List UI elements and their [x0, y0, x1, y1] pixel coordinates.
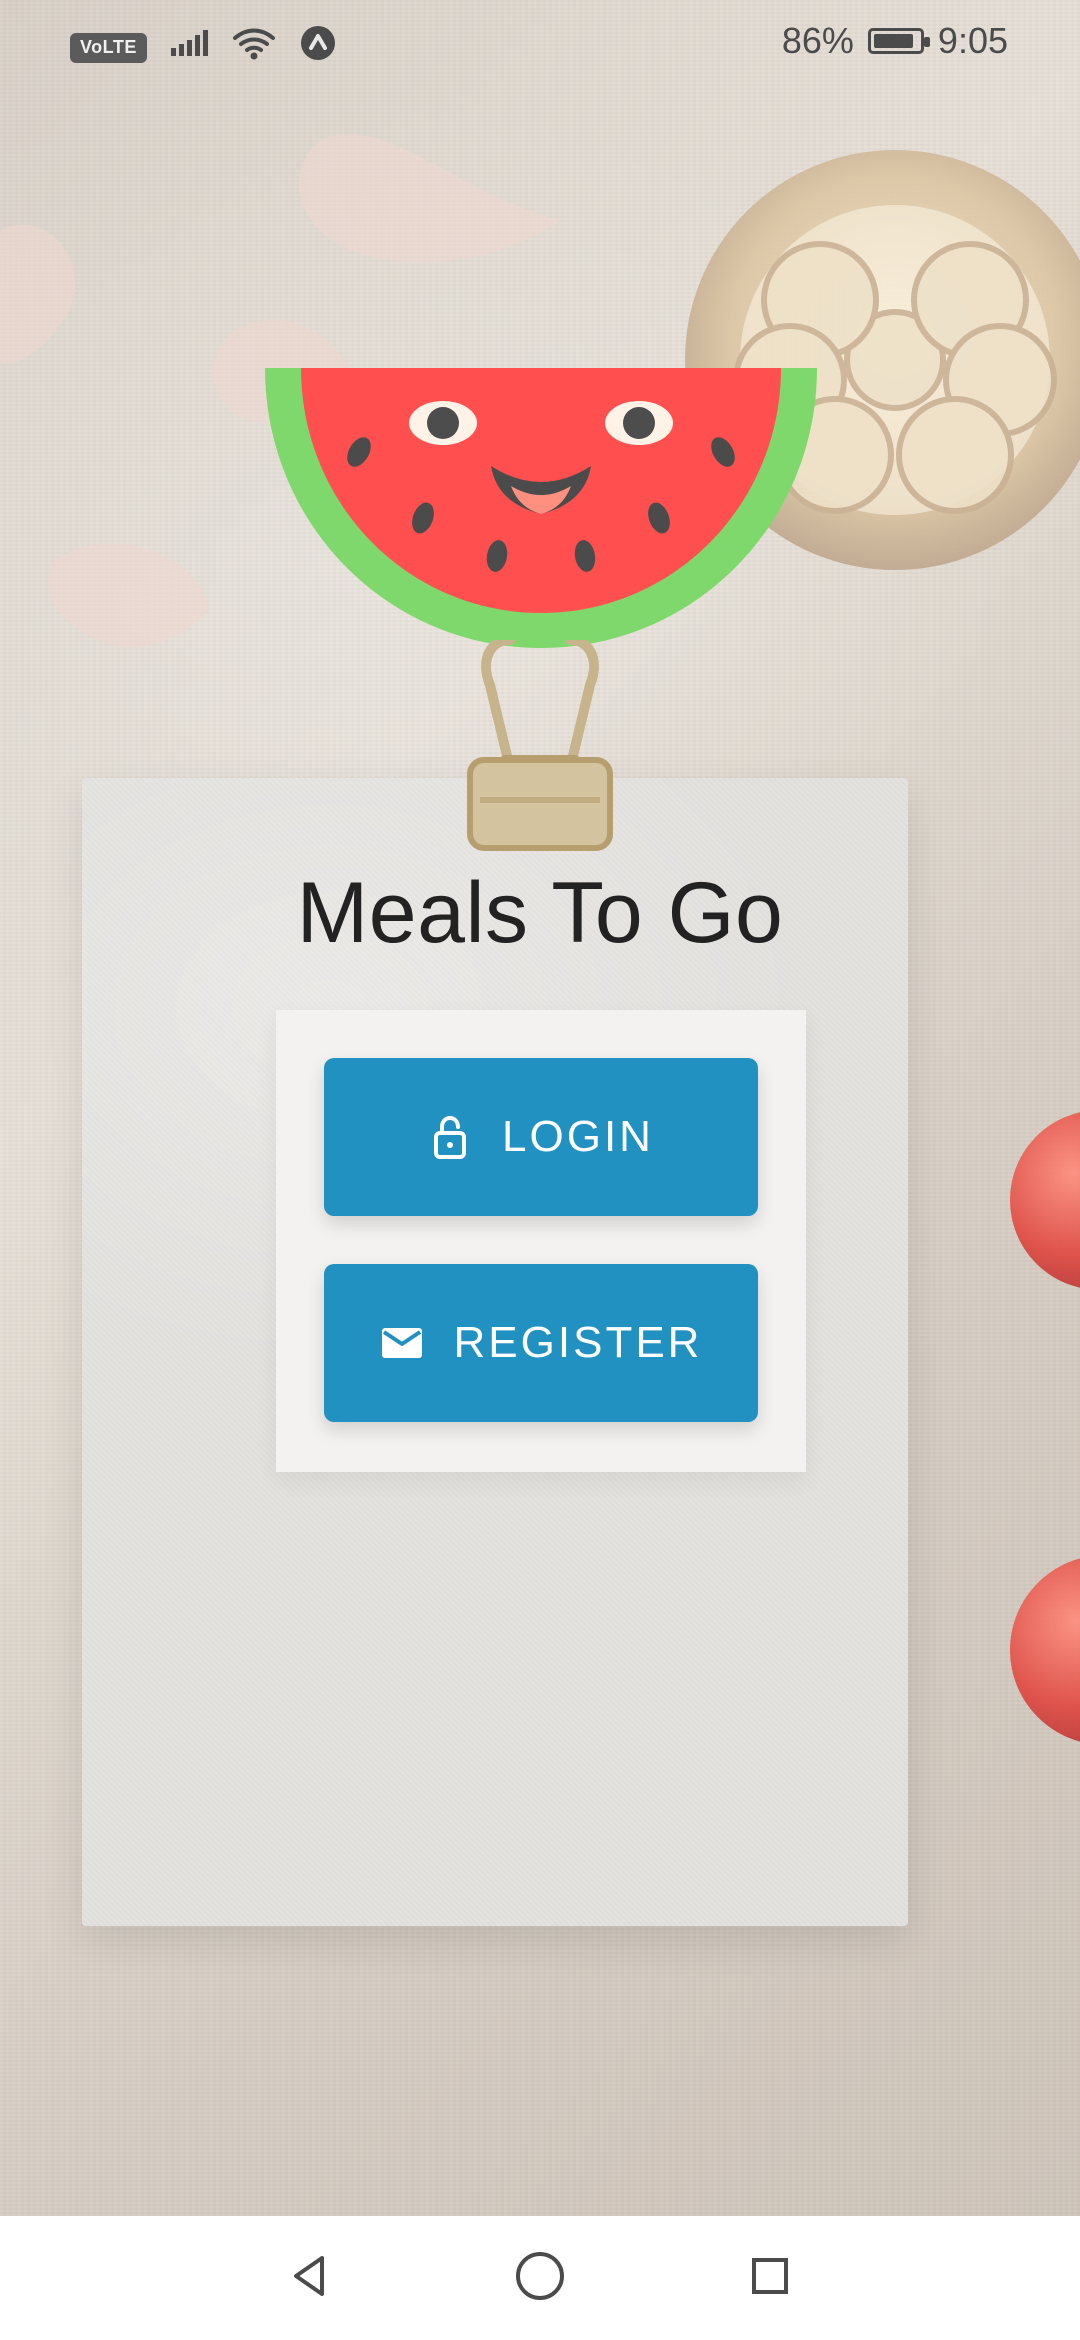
register-button[interactable]: REGISTER [324, 1264, 758, 1422]
status-right: 86% 9:05 [782, 20, 1008, 62]
clock-time: 9:05 [937, 20, 1008, 61]
app-indicator-icon [299, 24, 337, 71]
recent-apps-icon [742, 2248, 798, 2309]
app-title: Meals To Go [296, 865, 784, 961]
lock-icon [428, 1115, 472, 1159]
status-left: VoLTE [70, 24, 337, 71]
back-icon [282, 2248, 338, 2309]
wifi-icon [231, 26, 277, 69]
signal-icon [169, 28, 209, 67]
login-button[interactable]: LOGIN [324, 1058, 758, 1216]
status-bar: VoLTE 86% 9:05 [0, 0, 1080, 96]
back-button[interactable] [250, 2216, 370, 2340]
binder-clip [450, 635, 630, 860]
login-label: LOGIN [502, 1112, 654, 1161]
volte-badge: VoLTE [70, 32, 147, 63]
home-icon [510, 2246, 570, 2311]
home-button[interactable] [480, 2216, 600, 2340]
navigation-bar [0, 2216, 1080, 2340]
battery-percent: 86% [781, 20, 854, 61]
app-logo-watermelon [265, 368, 817, 648]
mail-icon [380, 1321, 424, 1365]
battery-icon [867, 28, 930, 54]
recent-apps-button[interactable] [710, 2216, 830, 2340]
battery-level [873, 34, 913, 48]
register-label: REGISTER [453, 1318, 703, 1367]
